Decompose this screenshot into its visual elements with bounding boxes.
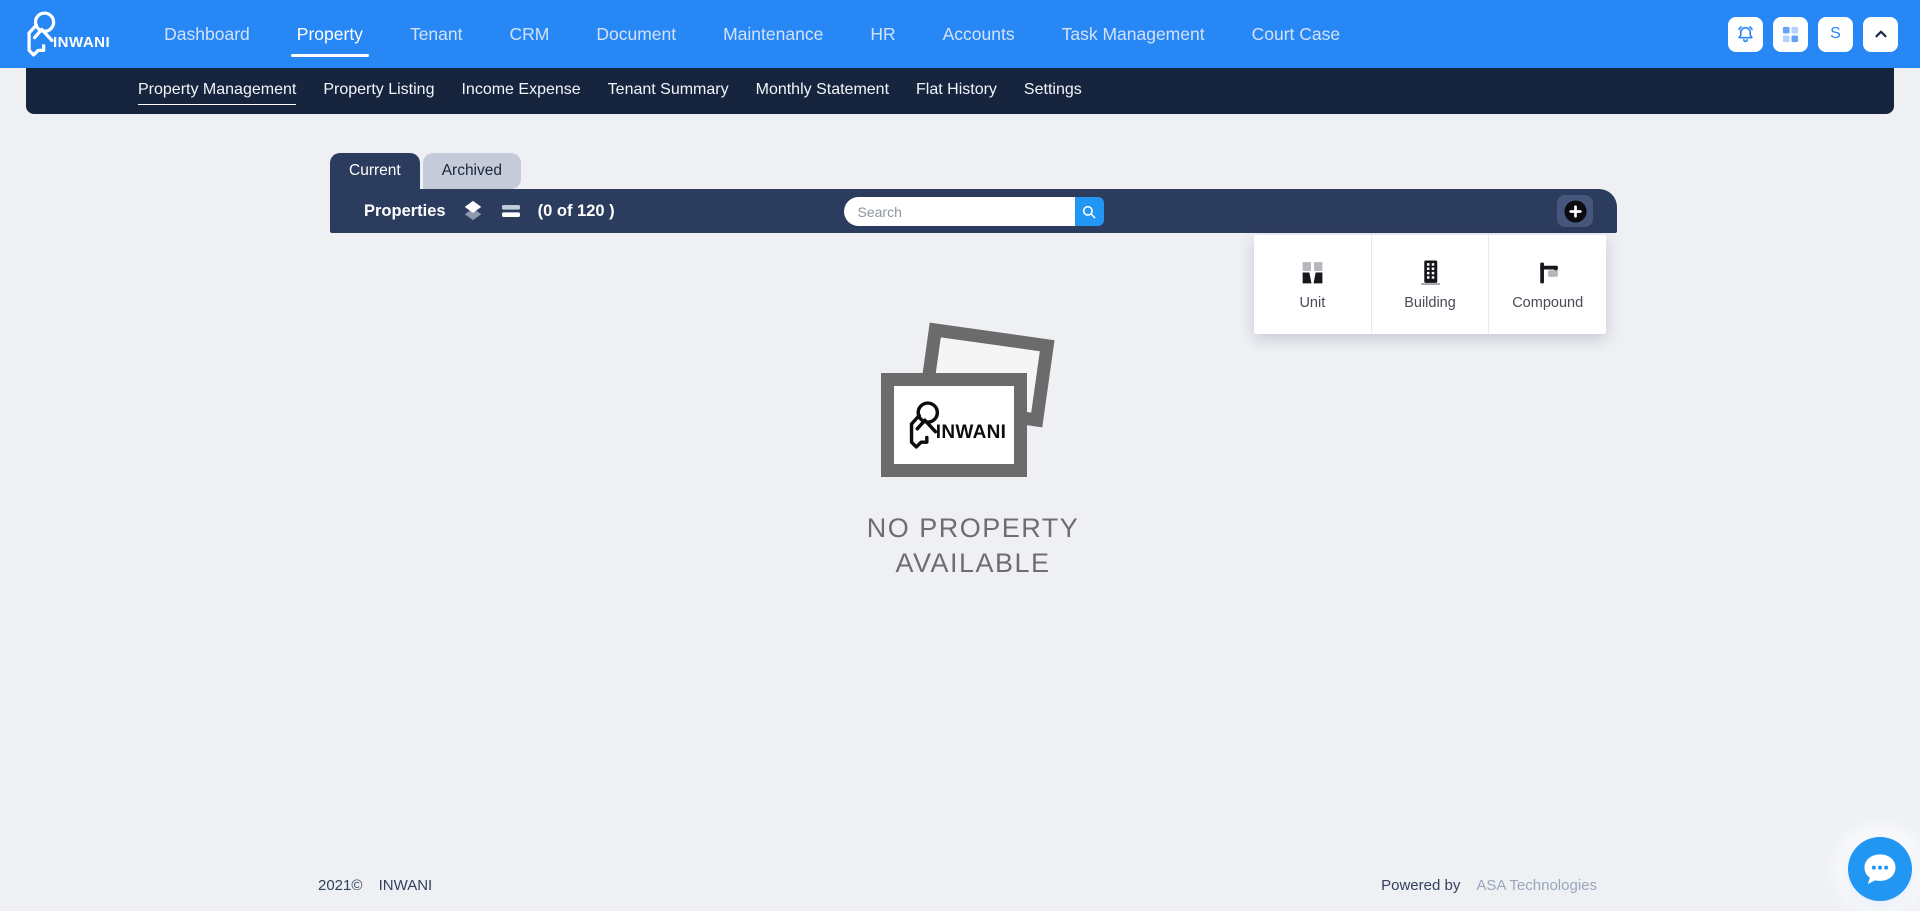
nav-property[interactable]: Property <box>297 24 363 45</box>
magnifier-icon <box>1080 203 1098 221</box>
empty-state: INWANI NO PROPERTY AVAILABLE <box>690 333 1256 581</box>
chat-widget-button[interactable] <box>1848 837 1912 901</box>
brand-logo[interactable]: INWANI <box>20 9 110 59</box>
list-bars-icon[interactable] <box>500 200 522 222</box>
notifications-button[interactable] <box>1728 17 1763 52</box>
add-menu-building[interactable]: Building <box>1372 235 1490 334</box>
plus-circle-icon <box>1563 199 1588 224</box>
inwani-logo-black: INWANI <box>902 399 1006 451</box>
subnav-flat-history[interactable]: Flat History <box>916 81 997 101</box>
add-menu-compound-label: Compound <box>1512 295 1583 311</box>
add-menu-unit[interactable]: Unit <box>1254 235 1372 334</box>
add-menu-compound[interactable]: Compound <box>1489 235 1606 334</box>
building-icon <box>1417 259 1444 286</box>
chevron-up-icon <box>1872 25 1890 43</box>
chat-bubble-icon <box>1861 850 1899 888</box>
subnav-settings[interactable]: Settings <box>1024 81 1082 101</box>
properties-summary: Properties (0 of 120 ) <box>330 200 615 222</box>
powered-by-block: Powered by ASA Technologies <box>1381 877 1597 894</box>
nav-accounts[interactable]: Accounts <box>943 24 1015 45</box>
subnav-tenant-summary[interactable]: Tenant Summary <box>608 81 729 101</box>
photo-frame-front: INWANI <box>881 373 1027 477</box>
nav-hr[interactable]: HR <box>870 24 895 45</box>
tab-archived[interactable]: Archived <box>423 153 521 189</box>
search-button[interactable] <box>1075 197 1104 226</box>
subnav-monthly-statement[interactable]: Monthly Statement <box>756 81 889 101</box>
add-property-menu: Unit Building Compound <box>1254 235 1606 334</box>
nav-document[interactable]: Document <box>596 24 676 45</box>
copyright-brand: INWANI <box>379 877 433 894</box>
unit-icon <box>1299 259 1326 286</box>
compound-icon <box>1534 259 1561 286</box>
property-state-tabs: Current Archived <box>330 153 1920 189</box>
no-property-line1: NO PROPERTY <box>690 511 1256 546</box>
apps-grid-button[interactable] <box>1773 17 1808 52</box>
apps-grid-icon <box>1781 25 1800 44</box>
nav-task-management[interactable]: Task Management <box>1062 24 1205 45</box>
no-property-line2: AVAILABLE <box>690 546 1256 581</box>
company-link[interactable]: ASA Technologies <box>1476 877 1597 894</box>
no-property-illustration: INWANI <box>881 333 1065 479</box>
no-property-message: NO PROPERTY AVAILABLE <box>690 511 1256 581</box>
add-menu-unit-label: Unit <box>1299 295 1325 311</box>
nav-crm[interactable]: CRM <box>509 24 549 45</box>
nav-dashboard[interactable]: Dashboard <box>164 24 250 45</box>
frame-logo-text: INWANI <box>936 422 1006 444</box>
search-input[interactable] <box>844 197 1075 226</box>
properties-toolbar: Properties (0 of 120 ) <box>330 189 1617 233</box>
tab-current[interactable]: Current <box>330 153 420 189</box>
subnav-property-management[interactable]: Property Management <box>138 81 296 105</box>
bell-icon <box>1735 24 1756 45</box>
user-avatar-button[interactable]: S <box>1818 17 1853 52</box>
footer: 2021© INWANI Powered by ASA Technologies <box>318 877 1597 894</box>
user-initial: S <box>1830 25 1841 43</box>
nav-tenant[interactable]: Tenant <box>410 24 463 45</box>
powered-by-label: Powered by <box>1381 877 1460 894</box>
top-navigation-bar: INWANI Dashboard Property Tenant CRM Doc… <box>0 0 1920 68</box>
add-property-button[interactable] <box>1557 195 1593 227</box>
brand-name: INWANI <box>53 34 110 51</box>
copyright: 2021© INWANI <box>318 877 438 894</box>
add-menu-building-label: Building <box>1404 295 1456 311</box>
layers-diamond-icon[interactable] <box>462 200 484 222</box>
subnav-income-expense[interactable]: Income Expense <box>461 81 580 101</box>
main-nav: Dashboard Property Tenant CRM Document M… <box>164 24 1340 45</box>
subnav-property-listing[interactable]: Property Listing <box>323 81 434 101</box>
nav-maintenance[interactable]: Maintenance <box>723 24 823 45</box>
copyright-year: 2021© <box>318 877 362 894</box>
search-group <box>844 197 1104 226</box>
collapse-header-button[interactable] <box>1863 17 1898 52</box>
properties-count: (0 of 120 ) <box>538 202 615 221</box>
topnav-actions: S <box>1728 17 1898 52</box>
properties-title: Properties <box>364 202 446 221</box>
property-sub-navigation: Property Management Property Listing Inc… <box>26 68 1894 114</box>
nav-court-case[interactable]: Court Case <box>1252 24 1341 45</box>
